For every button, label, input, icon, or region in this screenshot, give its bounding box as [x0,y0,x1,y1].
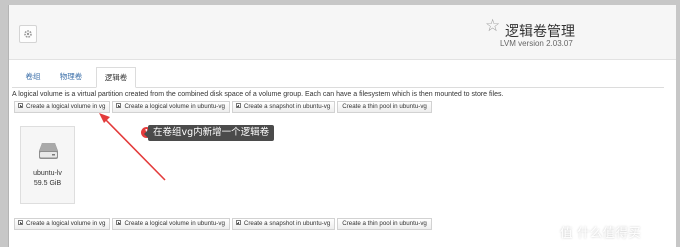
annotation-arrow [99,113,166,181]
watermark: 值 什么值得买 [560,225,642,240]
annotation-callout: 在卷组vg内新增一个逻辑卷 [143,125,275,141]
